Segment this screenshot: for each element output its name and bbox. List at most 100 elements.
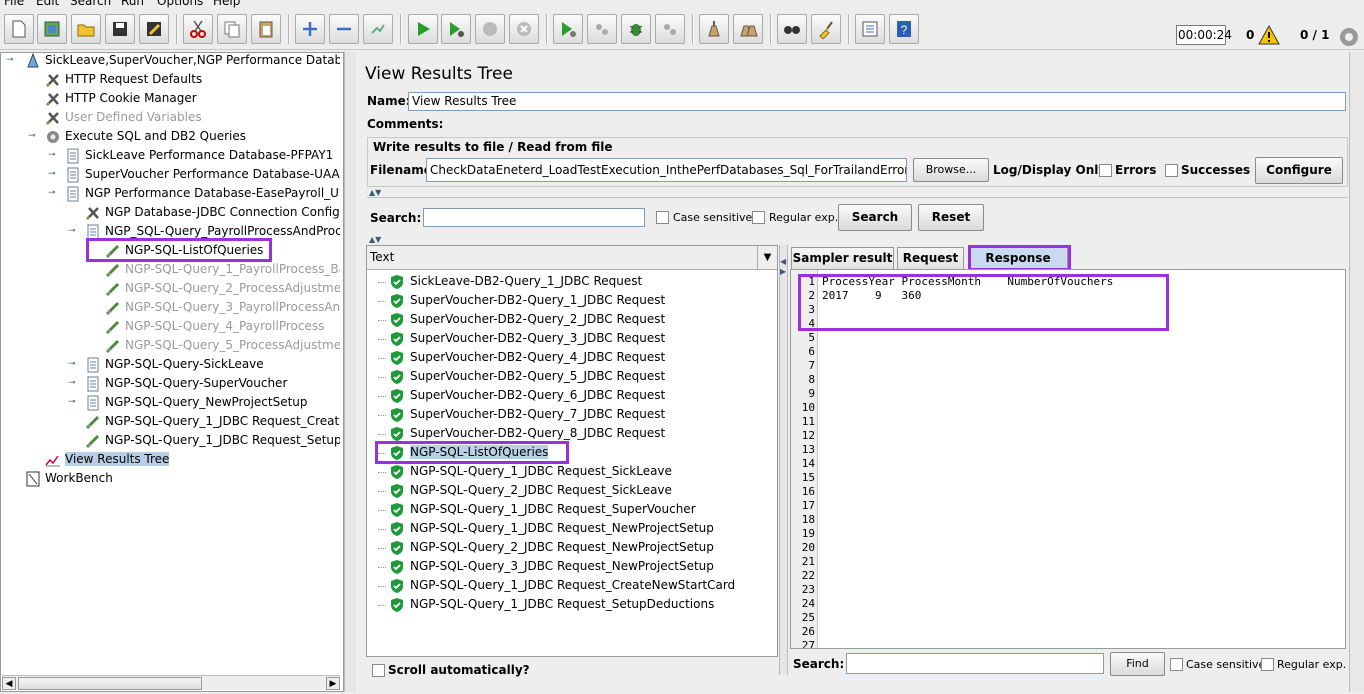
response-search-input[interactable] (846, 653, 1104, 674)
tree-node[interactable]: NGP-SQL-Query-SuperVoucher (84, 374, 340, 393)
result-item[interactable]: SuperVoucher-DB2-Query_3_JDBC Request (390, 329, 665, 348)
results-split-divider[interactable]: ◀ ▶ (779, 245, 788, 675)
new-icon[interactable] (4, 14, 34, 44)
tree-node[interactable]: SuperVoucher Performance Database-UAAGG (64, 165, 340, 184)
results-header[interactable]: Text ▼ (367, 246, 777, 270)
tree-node[interactable]: NGP-SQL-Query_4_PayrollProcess (104, 317, 340, 336)
remote-shutdown-all-icon[interactable] (655, 14, 685, 44)
tree-node[interactable]: HTTP Request Defaults (44, 70, 340, 89)
paste-icon[interactable] (251, 14, 281, 44)
result-item[interactable]: SickLeave-DB2-Query_1_JDBC Request (390, 272, 642, 291)
tree-expand-handle-icon[interactable]: ⊸ (68, 360, 76, 369)
tree-node[interactable]: NGP-SQL-Query_3_PayrollProcessAnd (104, 298, 340, 317)
result-item[interactable]: NGP-SQL-Query_1_JDBC Request_SetupDeduct… (390, 595, 714, 614)
chevron-down-icon[interactable]: ▼ (757, 246, 777, 269)
result-item[interactable]: SuperVoucher-DB2-Query_7_JDBC Request (390, 405, 665, 424)
tree-node[interactable]: NGP-SQL-Query_1_JDBC Request_Create (84, 412, 340, 431)
tree-expand-handle-icon[interactable]: ⊸ (68, 379, 76, 388)
successes-checkbox[interactable] (1165, 164, 1178, 177)
help-icon[interactable]: ? (889, 14, 919, 44)
tree-expand-handle-icon[interactable]: ⊸ (6, 56, 14, 65)
result-item[interactable]: NGP-SQL-Query_1_JDBC Request_SickLeave (390, 462, 672, 481)
menu-file[interactable]: File (4, 0, 24, 8)
remote-start-icon[interactable] (553, 14, 583, 44)
tree-node[interactable]: NGP-SQL-Query_1_JDBC Request_SetupD (84, 431, 340, 450)
result-item[interactable]: SuperVoucher-DB2-Query_2_JDBC Request (390, 310, 665, 329)
menu-run[interactable]: Run (121, 0, 144, 8)
tree-node[interactable]: NGP-SQL-Query_5_ProcessAdjustmen (104, 336, 340, 355)
tree-node[interactable]: SickLeave,SuperVoucher,NGP Performance D… (24, 51, 340, 70)
tree-node[interactable]: WorkBench (24, 469, 340, 488)
collapse-arrows-icon[interactable]: ▲▼ (369, 188, 381, 197)
tree-expand-handle-icon[interactable]: ⊸ (48, 170, 56, 179)
reset-button[interactable]: Reset (918, 204, 984, 231)
result-item[interactable]: SuperVoucher-DB2-Query_1_JDBC Request (390, 291, 665, 310)
response-regular-exp-checkbox[interactable] (1261, 658, 1274, 671)
remote-shutdown-icon[interactable] (621, 14, 651, 44)
tree-expand-handle-icon[interactable]: ⊸ (68, 227, 76, 236)
open-icon[interactable] (71, 14, 101, 44)
tree-node[interactable]: NGP Database-JDBC Connection Configur (84, 203, 340, 222)
search-button[interactable]: Search (838, 204, 912, 231)
tab-request[interactable]: Request (897, 247, 964, 269)
tree-expand-handle-icon[interactable]: ⊸ (48, 151, 56, 160)
clear-all-icon[interactable] (733, 14, 763, 44)
name-field[interactable]: View Results Tree (408, 92, 1346, 111)
result-item[interactable]: NGP-SQL-Query_3_JDBC Request_NewProjectS… (390, 557, 714, 576)
save-as-icon[interactable] (139, 14, 169, 44)
collapse-arrows-icon-2[interactable]: ▲▼ (369, 235, 381, 244)
toggle-icon[interactable] (363, 14, 393, 44)
tree-horizontal-scrollbar[interactable]: ◀ ▶ (2, 675, 340, 690)
tree-expand-handle-icon[interactable]: ⊸ (28, 132, 36, 141)
menu-edit[interactable]: Edit (36, 0, 59, 8)
cut-icon[interactable] (183, 14, 213, 44)
tree-node[interactable]: SickLeave Performance Database-PFPAY1 (64, 146, 340, 165)
templates-icon[interactable] (37, 14, 67, 44)
result-item[interactable]: NGP-SQL-Query_1_JDBC Request_SuperVouche… (390, 500, 696, 519)
clear-icon[interactable] (699, 14, 729, 44)
menu-help[interactable]: Help (213, 0, 240, 8)
remote-stop-icon[interactable] (587, 14, 617, 44)
right-vertical-scrollbar[interactable] (1349, 52, 1364, 692)
search-input[interactable] (423, 208, 645, 227)
tree-expand-handle-icon[interactable]: ⊸ (68, 398, 76, 407)
tree-node[interactable]: NGP Performance Database-EasePayroll_US_ (64, 184, 340, 203)
search-icon[interactable] (777, 14, 807, 44)
start-icon[interactable] (408, 14, 438, 44)
result-item[interactable]: SuperVoucher-DB2-Query_4_JDBC Request (390, 348, 665, 367)
collapse-icon[interactable] (329, 14, 359, 44)
filename-field[interactable]: CheckDataEneterd_LoadTestExecution_Inthe… (426, 158, 907, 182)
tree-node[interactable]: NGP-SQL-Query_1_PayrollProcess_Ba (104, 260, 340, 279)
reset-search-icon[interactable] (811, 14, 841, 44)
configure-button[interactable]: Configure (1255, 157, 1343, 184)
menu-search[interactable]: Search (70, 0, 111, 8)
shutdown-icon[interactable] (509, 14, 539, 44)
regular-exp-checkbox[interactable] (752, 211, 765, 224)
warning-icon[interactable] (1258, 24, 1280, 48)
result-item[interactable]: SuperVoucher-DB2-Query_5_JDBC Request (390, 367, 665, 386)
menu-options[interactable]: Options (157, 0, 203, 8)
scroll-automatically-checkbox[interactable] (372, 664, 385, 677)
tree-node[interactable]: User Defined Variables (44, 108, 340, 127)
tree-node[interactable]: NGP-SQL-Query-SickLeave (84, 355, 340, 374)
tree-node[interactable]: HTTP Cookie Manager (44, 89, 340, 108)
result-item[interactable]: NGP-SQL-Query_1_JDBC Request_CreateNewSt… (390, 576, 735, 595)
response-case-sensitive-checkbox[interactable] (1170, 658, 1183, 671)
split-pane-divider[interactable] (344, 52, 356, 692)
result-item[interactable]: NGP-SQL-Query_1_JDBC Request_NewProjectS… (390, 519, 714, 538)
save-icon[interactable] (105, 14, 135, 44)
errors-checkbox[interactable] (1099, 164, 1112, 177)
tree-node[interactable]: Execute SQL and DB2 Queries (44, 127, 340, 146)
tab-sampler-result[interactable]: Sampler result (791, 247, 894, 269)
tree-node[interactable]: NGP-SQL-Query_NewProjectSetup (84, 393, 340, 412)
tree-node[interactable]: View Results Tree (44, 450, 340, 469)
result-item[interactable]: SuperVoucher-DB2-Query_6_JDBC Request (390, 386, 665, 405)
start-no-pause-icon[interactable] (441, 14, 471, 44)
result-item[interactable]: NGP-SQL-Query_2_JDBC Request_NewProjectS… (390, 538, 714, 557)
result-item[interactable]: NGP-SQL-Query_2_JDBC Request_SickLeave (390, 481, 672, 500)
copy-icon[interactable] (217, 14, 247, 44)
tree-node[interactable]: NGP-SQL-Query_2_ProcessAdjustmen (104, 279, 340, 298)
function-helper-icon[interactable] (855, 14, 885, 44)
find-button[interactable]: Find (1110, 652, 1165, 676)
stop-icon[interactable] (475, 14, 505, 44)
